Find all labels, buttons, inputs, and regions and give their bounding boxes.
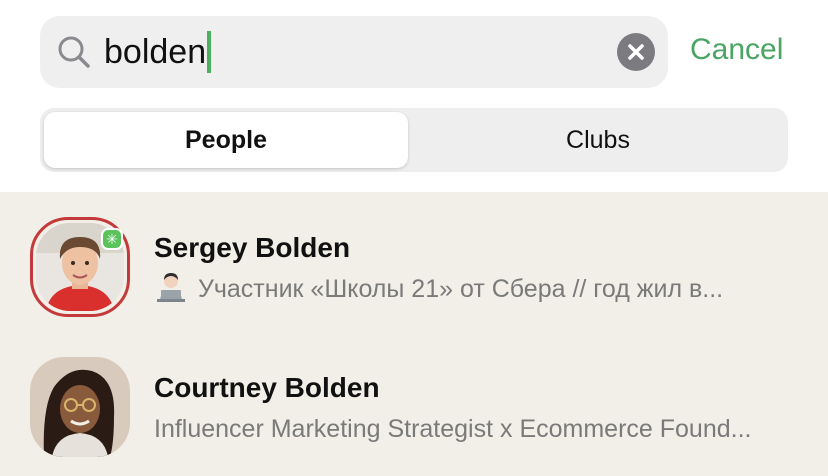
- avatar-image: [30, 357, 130, 457]
- search-scope-tabs: People Clubs: [40, 108, 788, 172]
- clear-search-button[interactable]: [617, 33, 655, 71]
- tab-clubs[interactable]: Clubs: [412, 112, 784, 168]
- result-bio: Influencer Marketing Strategist x Ecomme…: [154, 415, 752, 443]
- star-icon: ✳: [106, 231, 118, 247]
- result-bio: Участник «Школы 21» от Сбера // год жил …: [154, 272, 822, 306]
- close-icon: [628, 44, 644, 60]
- search-icon: [58, 36, 90, 68]
- search-query: bolden: [104, 33, 207, 71]
- avatar[interactable]: ✳: [30, 217, 130, 317]
- result-bio-text: Участник «Школы 21» от Сбера // год жил …: [198, 275, 724, 303]
- avatar[interactable]: [30, 357, 130, 457]
- search-header: bolden Cancel People Clubs: [0, 0, 828, 192]
- tab-people[interactable]: People: [44, 112, 408, 168]
- result-name: Sergey Bolden: [154, 232, 351, 263]
- list-item[interactable]: ✳ Sergey Bolden Участник «Школы 21» от С…: [0, 192, 828, 332]
- search-field[interactable]: bolden: [40, 16, 668, 88]
- search-input[interactable]: bolden: [104, 30, 212, 74]
- result-name: Courtney Bolden: [154, 372, 380, 403]
- text-caret: [207, 31, 212, 73]
- online-status-badge: ✳: [101, 228, 123, 250]
- technologist-emoji-icon: [157, 273, 185, 302]
- list-item[interactable]: Courtney Bolden Influencer Marketing Str…: [0, 332, 828, 472]
- search-results-list: ✳ Sergey Bolden Участник «Школы 21» от С…: [0, 192, 828, 476]
- cancel-button[interactable]: Cancel: [690, 30, 783, 70]
